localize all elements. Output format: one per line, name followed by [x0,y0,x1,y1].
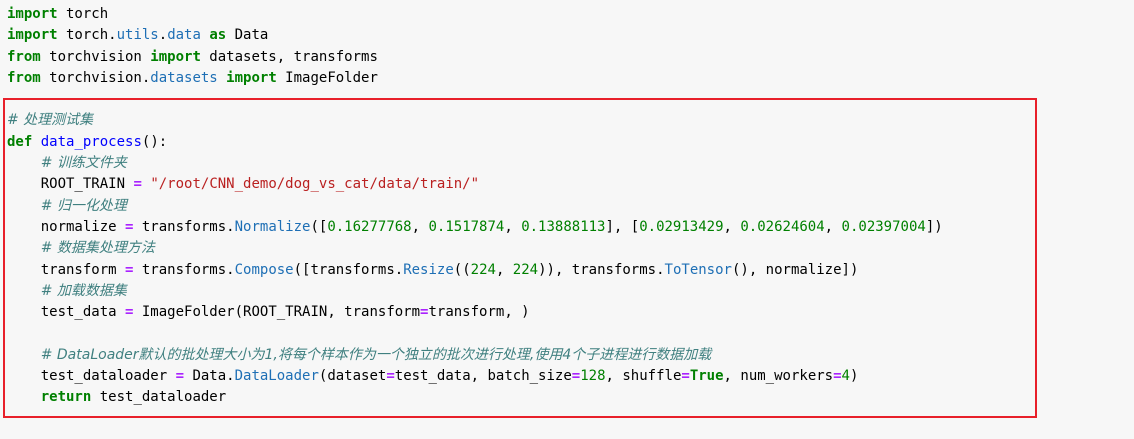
code-cell[interactable]: import torch import torch.utils.data as D… [0,0,1134,439]
code-token-kw: import [150,48,201,65]
code-line: import torch.utils.data as Data [7,25,943,46]
code-token-plain: torchvision. [40,69,151,86]
code-line: from torchvision.datasets import ImageFo… [7,68,943,89]
code-token-attr: data [167,27,201,44]
code-token-plain: datasets, transforms [200,48,378,65]
code-token-attr: utils [116,27,159,44]
code-token-attr: datasets [150,69,218,86]
highlight-annotation-box [3,98,1037,418]
code-token-kw: import [226,69,277,86]
code-token-plain: torch [57,6,109,22]
code-token-kw: import [7,6,58,22]
code-line: from torchvision import datasets, transf… [7,47,943,68]
code-token-plain: torch. [57,27,117,44]
code-token-plain: torchvision [40,48,151,65]
code-token-kw: from [7,48,41,65]
code-token-plain: . [158,27,168,44]
code-token-plain: Data [226,27,269,44]
code-line: import torch [7,4,943,25]
code-token-kw: as [209,27,227,44]
code-token-kw: import [7,27,58,44]
code-token-plain: ImageFolder [276,69,378,86]
code-token-kw: from [7,69,41,86]
